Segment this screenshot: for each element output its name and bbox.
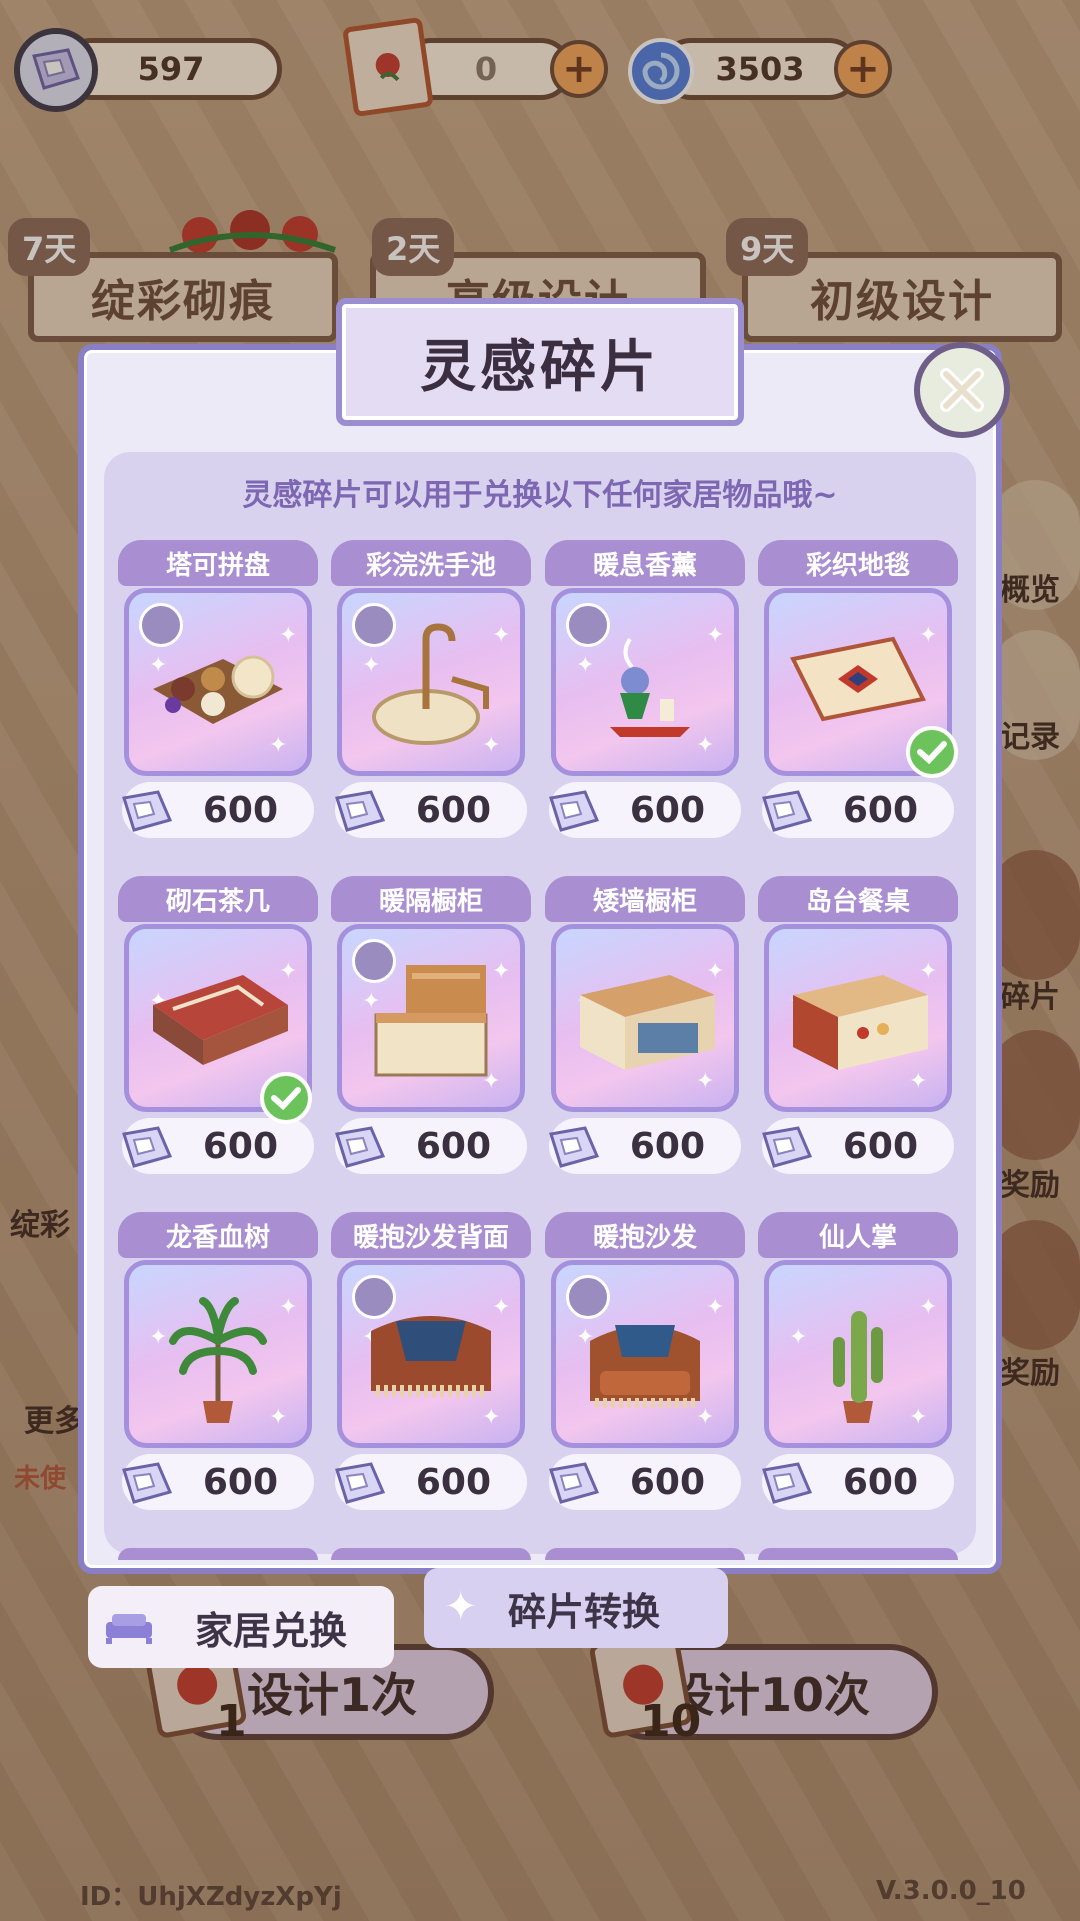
item-name: 彩织地毯 xyxy=(758,540,958,586)
next-row-item-header xyxy=(331,1548,531,1560)
item-price-value: 600 xyxy=(415,789,491,831)
limited-time-icon xyxy=(566,603,610,647)
item-image[interactable]: ✦ ✦ ✦ xyxy=(764,924,952,1112)
item-art xyxy=(783,619,933,743)
close-icon xyxy=(940,368,984,412)
home-exchange-label: 家居兑换 xyxy=(194,1608,347,1653)
shop-item[interactable]: 暖息香薰 ✦ ✦ ✦ 600 xyxy=(545,540,745,840)
item-price-value: 600 xyxy=(202,1461,278,1503)
item-name: 彩浣洗手池 xyxy=(331,540,531,586)
item-name: 暖抱沙发背面 xyxy=(331,1212,531,1258)
owned-check-icon xyxy=(260,1072,312,1124)
item-name: 矮墙橱柜 xyxy=(545,876,745,922)
item-name: 岛台餐桌 xyxy=(758,876,958,922)
next-row-item-header xyxy=(118,1548,318,1560)
item-price-value: 600 xyxy=(842,1125,918,1167)
fragment-convert-tab[interactable]: ✦ 碎片转换 xyxy=(424,1568,728,1648)
item-price-value: 600 xyxy=(629,789,705,831)
dialog-title-plate: 灵感碎片 xyxy=(336,298,744,426)
next-row-item-header xyxy=(758,1548,958,1560)
limited-time-icon xyxy=(139,603,183,647)
shop-item[interactable]: 矮墙橱柜 ✦ ✦ ✦ 600 xyxy=(545,876,745,1176)
fragment-price-icon xyxy=(762,1126,813,1168)
fragment-price-icon xyxy=(762,790,813,832)
item-name: 砌石茶几 xyxy=(118,876,318,922)
shop-item[interactable]: 塔可拼盘 ✦ ✦ ✦ 600 xyxy=(118,540,318,840)
item-name: 塔可拼盘 xyxy=(118,540,318,586)
owned-check-icon xyxy=(906,726,958,778)
dialog-subtitle: 灵感碎片可以用于兑换以下任何家居物品哦~ xyxy=(242,478,838,513)
item-art xyxy=(143,1291,293,1435)
fragment-price-icon xyxy=(335,1126,386,1168)
item-image[interactable]: ✦ ✦ ✦ xyxy=(337,1260,525,1448)
fragment-price-icon xyxy=(549,790,600,832)
fragment-price-icon xyxy=(549,1126,600,1168)
item-art xyxy=(783,1291,933,1435)
item-name: 暖抱沙发 xyxy=(545,1212,745,1258)
item-image[interactable]: ✦ ✦ ✦ xyxy=(764,1260,952,1448)
shop-item[interactable]: 暖抱沙发背面 ✦ ✦ ✦ 600 xyxy=(331,1212,531,1512)
item-art xyxy=(783,955,933,1089)
limited-time-icon xyxy=(566,1275,610,1319)
shop-item[interactable]: 砌石茶几 ✦ ✦ ✦ 600 xyxy=(118,876,318,1176)
shop-item[interactable]: 暖隔橱柜 ✦ ✦ ✦ 600 xyxy=(331,876,531,1176)
item-price-value: 600 xyxy=(629,1461,705,1503)
item-price-value: 600 xyxy=(629,1125,705,1167)
shop-item[interactable]: 暖抱沙发 ✦ ✦ ✦ 600 xyxy=(545,1212,745,1512)
item-price-value: 600 xyxy=(842,789,918,831)
home-exchange-tab[interactable]: 家居兑换 xyxy=(88,1586,394,1668)
item-price-value: 600 xyxy=(415,1125,491,1167)
item-art xyxy=(143,955,293,1089)
limited-time-icon xyxy=(352,939,396,983)
fragment-price-icon xyxy=(122,790,173,832)
fragment-price-icon xyxy=(762,1462,813,1504)
item-image[interactable]: ✦ ✦ ✦ xyxy=(124,588,312,776)
item-price-value: 600 xyxy=(415,1461,491,1503)
sparkle-icon: ✦ xyxy=(444,1584,478,1630)
item-image[interactable]: ✦ ✦ ✦ xyxy=(337,588,525,776)
shop-item[interactable]: 仙人掌 ✦ ✦ ✦ 600 xyxy=(758,1212,958,1512)
item-image[interactable]: ✦ ✦ ✦ xyxy=(551,924,739,1112)
dialog-title: 灵感碎片 xyxy=(420,334,660,400)
item-image[interactable]: ✦ ✦ ✦ xyxy=(337,924,525,1112)
fragment-price-icon xyxy=(335,1462,386,1504)
fragment-convert-label: 碎片转换 xyxy=(507,1589,660,1634)
shop-item[interactable]: 龙香血树 ✦ ✦ ✦ 600 xyxy=(118,1212,318,1512)
fragment-price-icon xyxy=(122,1126,173,1168)
shop-item[interactable]: 岛台餐桌 ✦ ✦ ✦ 600 xyxy=(758,876,958,1176)
item-image[interactable]: ✦ ✦ ✦ xyxy=(551,588,739,776)
item-price-value: 600 xyxy=(202,789,278,831)
item-image[interactable]: ✦ ✦ ✦ xyxy=(124,1260,312,1448)
item-price-value: 600 xyxy=(202,1125,278,1167)
item-name: 暖隔橱柜 xyxy=(331,876,531,922)
item-name: 仙人掌 xyxy=(758,1212,958,1258)
fragment-price-icon xyxy=(335,790,386,832)
item-price-value: 600 xyxy=(842,1461,918,1503)
fragment-price-icon xyxy=(549,1462,600,1504)
item-art xyxy=(570,955,720,1089)
next-row-item-header xyxy=(545,1548,745,1560)
item-name: 暖息香薰 xyxy=(545,540,745,586)
limited-time-icon xyxy=(352,1275,396,1319)
close-button[interactable] xyxy=(914,342,1010,438)
limited-time-icon xyxy=(352,603,396,647)
item-name: 龙香血树 xyxy=(118,1212,318,1258)
shop-item[interactable]: 彩织地毯 ✦ ✦ ✦ 600 xyxy=(758,540,958,840)
sofa-icon xyxy=(106,1614,152,1644)
item-image[interactable]: ✦ ✦ ✦ xyxy=(551,1260,739,1448)
fragment-price-icon xyxy=(122,1462,173,1504)
shop-item[interactable]: 彩浣洗手池 ✦ ✦ ✦ 600 xyxy=(331,540,531,840)
